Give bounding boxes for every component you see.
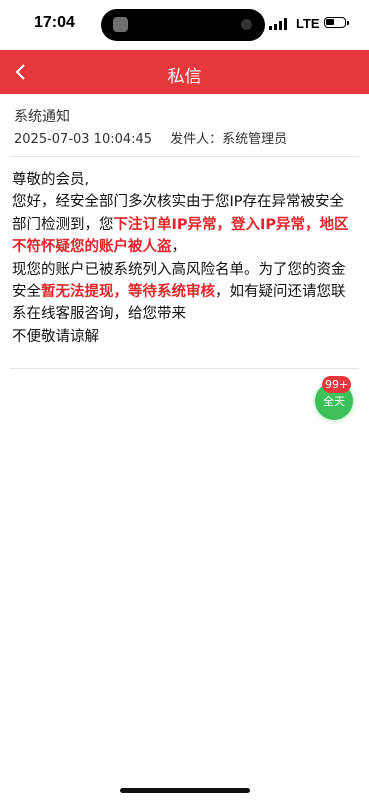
message-body: 尊敬的会员, 您好，经安全部门多次核实由于您IP存在异常被安全部门检测到，您下注… [12,169,357,348]
float-button-label: 全天 [323,395,345,408]
divider [10,156,359,157]
status-time: 17:04 [34,14,75,31]
message-paragraph-2: 现您的账户已被系统列入高风险名单。为了您的资金安全暂无法提现，等待系统审核，如有… [12,259,357,326]
message-sender: 发件人：系统管理员 [170,132,288,147]
message-meta: 2025-07-03 10:04:45 发件人：系统管理员 [14,128,287,147]
network-type: LTE [296,16,320,31]
battery-icon [324,17,346,28]
home-indicator [120,788,250,793]
header-bar: 私信 [0,50,369,94]
signal-icon [269,18,287,30]
app-icon [113,17,128,32]
message-paragraph-1: 您好，经安全部门多次核实由于您IP存在异常被安全部门检测到，您下注订单IP异常，… [12,191,357,258]
dynamic-island [101,9,265,41]
message-datetime: 2025-07-03 10:04:45 [14,132,153,147]
text-segment: ， [171,239,187,256]
message-title: 系统通知 [14,109,70,125]
divider [10,368,359,369]
battery-level [326,19,334,25]
status-bar: 17:04 LTE [0,0,369,50]
highlight-text: 暂无法提现，等待系统审核 [41,284,215,301]
page-title: 私信 [167,67,202,87]
message-greeting: 尊敬的会员, [12,172,90,188]
unread-badge: 99+ [322,376,352,393]
message-paragraph-3: 不便敬请谅解 [12,328,99,345]
camera-icon [241,19,252,30]
battery-tip [347,21,349,25]
